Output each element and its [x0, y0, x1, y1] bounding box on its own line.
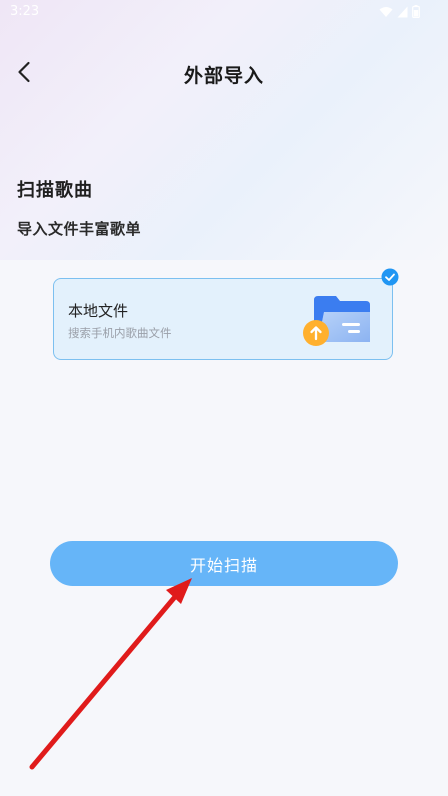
selected-check-icon — [381, 268, 399, 286]
section-title: 扫描歌曲 — [17, 180, 93, 201]
app-header: 外部导入 — [0, 46, 448, 102]
folder-upload-icon — [302, 292, 372, 352]
section-subtitle: 导入文件丰富歌单 — [17, 220, 142, 238]
page-title: 外部导入 — [183, 65, 264, 87]
status-icons — [379, 5, 420, 18]
option-title: 本地文件 — [68, 302, 129, 320]
status-time: 3:23 — [10, 4, 40, 19]
status-bar: 3:23 — [0, 0, 448, 26]
local-file-option-card[interactable]: 本地文件 搜索手机内歌曲文件 — [53, 278, 393, 360]
start-scan-button[interactable]: 开始扫描 — [50, 541, 398, 586]
battery-icon — [412, 5, 420, 18]
signal-icon — [397, 6, 408, 18]
wifi-icon — [379, 6, 393, 18]
option-description: 搜索手机内歌曲文件 — [68, 326, 172, 340]
